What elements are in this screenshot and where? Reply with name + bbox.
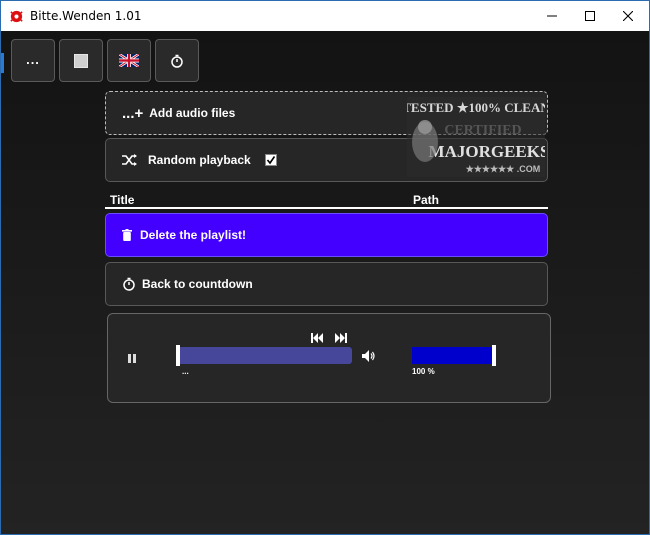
volume-handle[interactable] [492, 345, 496, 366]
shuffle-icon [122, 154, 137, 166]
main-content: ... ...+ Add audio files Random playback… [1, 31, 649, 534]
player-panel: ... 100 % [107, 313, 551, 403]
random-playback-label: Random playback [148, 153, 251, 167]
edge-accent [1, 53, 4, 73]
menu-button[interactable]: ... [11, 39, 55, 82]
back-to-countdown-label: Back to countdown [142, 277, 253, 291]
stop-square-icon [74, 53, 88, 68]
previous-track-icon[interactable] [311, 333, 323, 343]
maximize-icon [584, 11, 595, 21]
column-title[interactable]: Title [110, 193, 134, 207]
seek-slider[interactable] [176, 345, 352, 366]
position-label: ... [182, 367, 189, 376]
transport-controls [311, 333, 347, 343]
app-window: Bitte.Wenden 1.01 ... ...+ Add audio fil… [0, 0, 650, 535]
minimize-icon [546, 15, 557, 17]
close-button[interactable] [605, 1, 649, 31]
volume-percent-label: 100 % [412, 367, 435, 376]
seek-handle[interactable] [176, 345, 180, 366]
stopwatch-icon [123, 277, 135, 291]
column-path[interactable]: Path [413, 193, 439, 207]
random-playback-checkbox[interactable] [264, 154, 277, 166]
menu-dots-label: ... [26, 52, 40, 67]
window-title: Bitte.Wenden 1.01 [30, 9, 142, 23]
add-files-icon: ...+ [122, 104, 144, 122]
volume-slider[interactable] [412, 345, 496, 366]
app-logo-icon [10, 10, 23, 23]
close-icon [622, 11, 633, 21]
back-to-countdown-button[interactable]: Back to countdown [105, 262, 548, 306]
checkmark-icon [266, 156, 275, 165]
add-audio-label: Add audio files [149, 106, 236, 120]
delete-playlist-button[interactable]: Delete the playlist! [105, 213, 548, 257]
stop-button[interactable] [59, 39, 103, 82]
language-button[interactable] [107, 39, 151, 82]
add-audio-files-button[interactable]: ...+ Add audio files [105, 91, 548, 135]
delete-playlist-label: Delete the playlist! [140, 228, 247, 242]
trash-icon [122, 229, 132, 241]
title-bar: Bitte.Wenden 1.01 [1, 1, 649, 31]
timer-button[interactable] [155, 39, 199, 82]
pause-icon[interactable] [128, 354, 138, 364]
volume-icon[interactable] [362, 350, 376, 362]
uk-flag-icon [119, 54, 139, 67]
random-playback-toggle[interactable]: Random playback [105, 138, 548, 182]
playlist-header: Title Path [105, 191, 548, 209]
stopwatch-icon [171, 54, 183, 68]
next-track-icon[interactable] [335, 333, 347, 343]
